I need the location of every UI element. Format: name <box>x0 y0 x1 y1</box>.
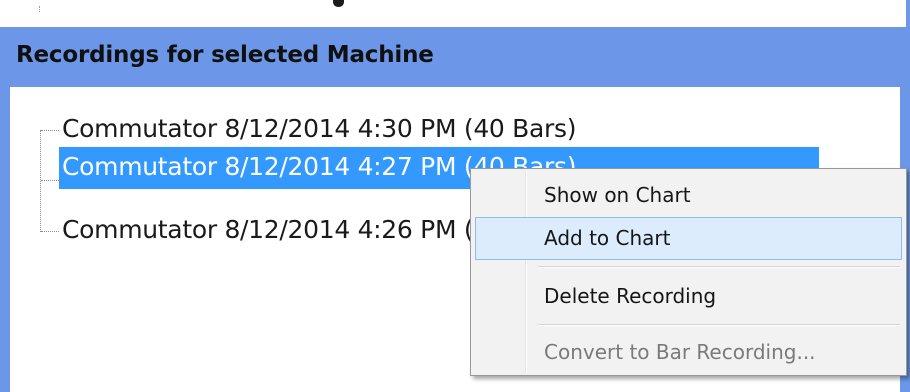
top-clipped-region <box>0 0 910 27</box>
clipped-text-fragment <box>333 0 344 7</box>
menu-item-convert-to-bar-recording: Convert to Bar Recording... <box>544 340 816 364</box>
menu-item-show-on-chart[interactable]: Show on Chart <box>475 174 902 217</box>
context-menu: Show on Chart Add to Chart Delete Record… <box>470 168 907 376</box>
tree-branch-connector <box>41 231 59 232</box>
tree-connector-fragment <box>39 6 41 12</box>
menu-separator <box>538 266 900 268</box>
menu-item-add-to-chart[interactable]: Add to Chart <box>475 217 902 260</box>
group-title: Recordings for selected Machine <box>16 42 434 68</box>
tree-vertical-connector <box>40 130 41 232</box>
menu-separator <box>538 324 900 326</box>
menu-item-delete-recording[interactable]: Delete Recording <box>475 275 902 318</box>
tree-branch-connector <box>41 180 59 181</box>
tree-branch-connector <box>41 130 59 131</box>
recording-item[interactable]: Commutator 8/12/2014 4:30 PM (40 Bars) <box>59 109 579 151</box>
